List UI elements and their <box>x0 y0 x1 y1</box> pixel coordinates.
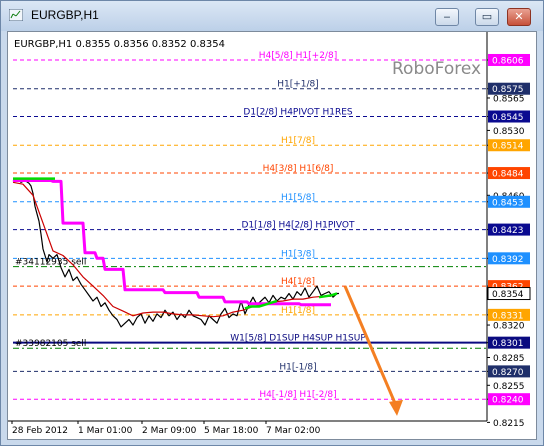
price-tick-label: 0.8255 <box>493 382 525 392</box>
price-chart[interactable]: EURGBP,H1 0.8355 0.8356 0.8352 0.8354 Ro… <box>8 32 536 439</box>
price-badge-label: 0.8545 <box>492 113 524 123</box>
price-badge-label: 0.8484 <box>492 170 524 180</box>
close-icon: ✕ <box>514 10 524 23</box>
price-badge-label: 0.8423 <box>492 226 524 236</box>
time-tick-label: 2 Mar 09:00 <box>142 426 197 436</box>
price-badge-label: 0.8392 <box>492 255 524 265</box>
level-label: H4[1/8] <box>281 277 315 287</box>
price-badge-label: 0.8575 <box>492 85 524 95</box>
price-badge-label: 0.8606 <box>492 56 524 66</box>
window-titlebar[interactable]: EURGBP,H1 ‒ ▭ ✕ <box>1 1 543 31</box>
minimize-button[interactable]: ‒ <box>435 8 459 26</box>
level-label: H1[5/8] <box>281 193 315 203</box>
current-price-label: 0.8354 <box>492 290 524 300</box>
order-label: #33982105 sell <box>15 339 86 349</box>
level-label: H4[3/8] H1[6/8] <box>263 164 334 174</box>
restore-icon: ▭ <box>481 10 493 23</box>
roboforex-watermark: RoboForex <box>392 59 481 79</box>
price-tick-label: 0.8565 <box>493 94 525 104</box>
order-label: #34112935 sell <box>15 258 86 268</box>
level-label: H1[-1/8] <box>279 362 316 372</box>
symbol-ohlc-line: EURGBP,H1 0.8355 0.8356 0.8352 0.8354 <box>14 39 225 50</box>
level-label: D1[1/8] H4[2/8] H1PIVOT <box>241 221 355 231</box>
level-label: D1[2/8] H4PIVOT H1RES <box>243 108 352 118</box>
level-label: H1[+1/8] <box>277 80 319 90</box>
chart-icon <box>9 9 23 21</box>
price-tick-label: 0.8320 <box>493 322 525 332</box>
level-label: H4[-1/8] H1[-2/8] <box>259 390 336 400</box>
level-label: H1[1/8] <box>281 306 315 316</box>
price-badge-label: 0.8240 <box>492 396 524 406</box>
minimize-icon: ‒ <box>443 10 451 23</box>
time-tick-label: 1 Mar 01:00 <box>78 426 133 436</box>
chart-area[interactable]: EURGBP,H1 0.8355 0.8356 0.8352 0.8354 Ro… <box>7 31 537 440</box>
price-tick-label: 0.8285 <box>493 354 525 364</box>
forecast-arrowhead <box>389 399 403 416</box>
time-tick-label: 28 Feb 2012 <box>12 426 68 436</box>
level-label: W1[5/8] D1SUP H4SUP H1SUP <box>230 334 366 344</box>
level-label: H4[5/8] H1[+2/8] <box>259 51 337 61</box>
forecast-arrow <box>343 285 399 409</box>
window-title: EURGBP,H1 <box>31 8 99 22</box>
price-badge-label: 0.8331 <box>492 311 524 321</box>
close-button[interactable]: ✕ <box>507 8 531 26</box>
price-badge-label: 0.8270 <box>492 368 524 378</box>
time-tick-label: 7 Mar 02:00 <box>266 426 321 436</box>
restore-button[interactable]: ▭ <box>475 8 499 26</box>
chart-window: EURGBP,H1 ‒ ▭ ✕ EURGBP,H1 0.8355 0.8356 … <box>0 0 544 446</box>
price-badge-label: 0.8301 <box>492 339 524 349</box>
price-tick-label: 0.8530 <box>493 127 525 137</box>
level-label: H1[3/8] <box>281 249 315 259</box>
price-tick-label: 0.8215 <box>493 419 525 429</box>
time-tick-label: 5 Mar 18:00 <box>204 426 259 436</box>
price-badge-label: 0.8453 <box>492 198 524 208</box>
level-label: H1[7/8] <box>281 136 315 146</box>
price-badge-label: 0.8514 <box>492 142 524 152</box>
